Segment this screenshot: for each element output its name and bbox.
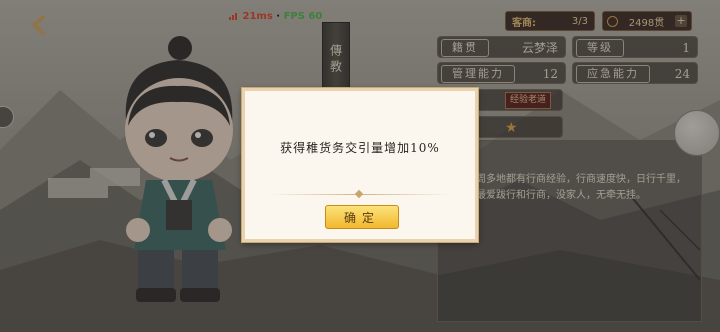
reward-dialog: 获得稚货务交引量增加10% 确定 <box>242 88 478 242</box>
divider-ornament-icon <box>354 189 364 199</box>
dialog-message: 获得稚货务交引量增加10% <box>280 141 440 155</box>
confirm-button[interactable]: 确定 <box>325 205 399 229</box>
